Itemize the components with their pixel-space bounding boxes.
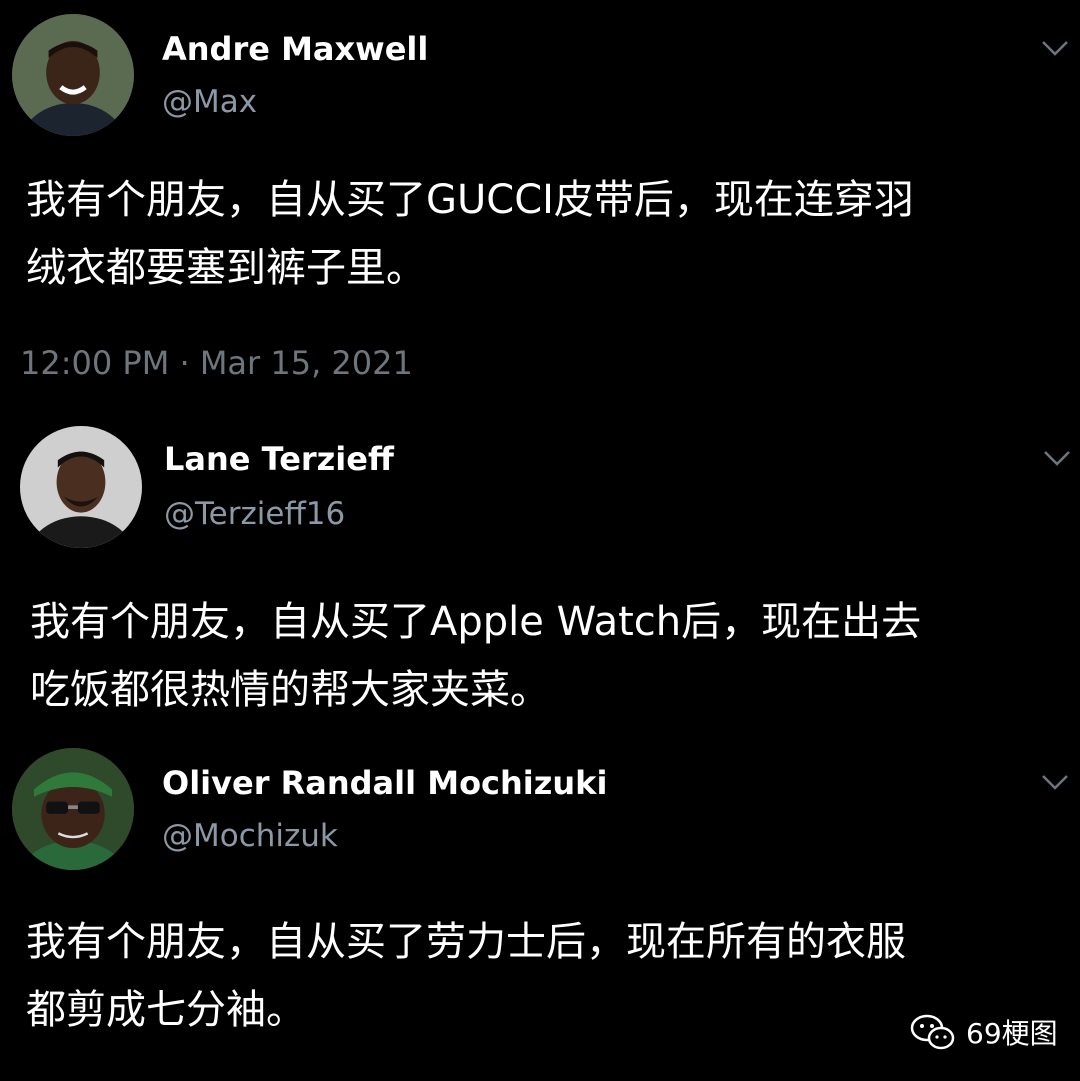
tweet-text-line: 都剪成七分袖。 [26,987,306,1033]
watermark-text: 69梗图 [966,1017,1058,1050]
user-handle[interactable]: @Terzieff16 [164,496,345,532]
wechat-icon [910,1014,955,1050]
user-handle[interactable]: @Mochizuk [162,818,338,854]
user-handle[interactable]: @Max [162,84,257,120]
watermark: 69梗图 [910,1012,1058,1052]
avatar[interactable] [20,426,142,548]
tweet-timestamp[interactable]: 12:00 PM · Mar 15, 2021 [20,344,413,382]
avatar[interactable] [12,748,134,870]
avatar-oliver-image [12,748,134,870]
avatar[interactable] [12,14,134,136]
avatar-andre-image [12,14,134,136]
tweet-text-line: 我有个朋友，自从买了GUCCI皮带后，现在连穿羽 [26,177,914,223]
tweet-text-line: 绒衣都要塞到裤子里。 [26,245,426,291]
display-name[interactable]: Oliver Randall Mochizuki [162,764,607,802]
tweet-text: 我有个朋友，自从买了Apple Watch后，现在出去 吃饭都很热情的帮大家夹菜… [30,588,921,724]
tweet-text-line: 吃饭都很热情的帮大家夹菜。 [30,667,550,713]
display-name[interactable]: Lane Terzieff [164,440,394,478]
display-name[interactable]: Andre Maxwell [162,30,428,68]
chevron-down-icon[interactable] [1042,448,1072,468]
chevron-down-icon[interactable] [1040,38,1070,58]
tweet-text: 我有个朋友，自从买了GUCCI皮带后，现在连穿羽 绒衣都要塞到裤子里。 [26,166,914,302]
avatar-lane-image [20,426,142,548]
tweet-text-line: 我有个朋友，自从买了劳力士后，现在所有的衣服 [26,919,906,965]
chevron-down-icon[interactable] [1040,772,1070,792]
tweet-text: 我有个朋友，自从买了劳力士后，现在所有的衣服 都剪成七分袖。 [26,908,906,1044]
tweet-text-line: 我有个朋友，自从买了Apple Watch后，现在出去 [30,599,922,645]
